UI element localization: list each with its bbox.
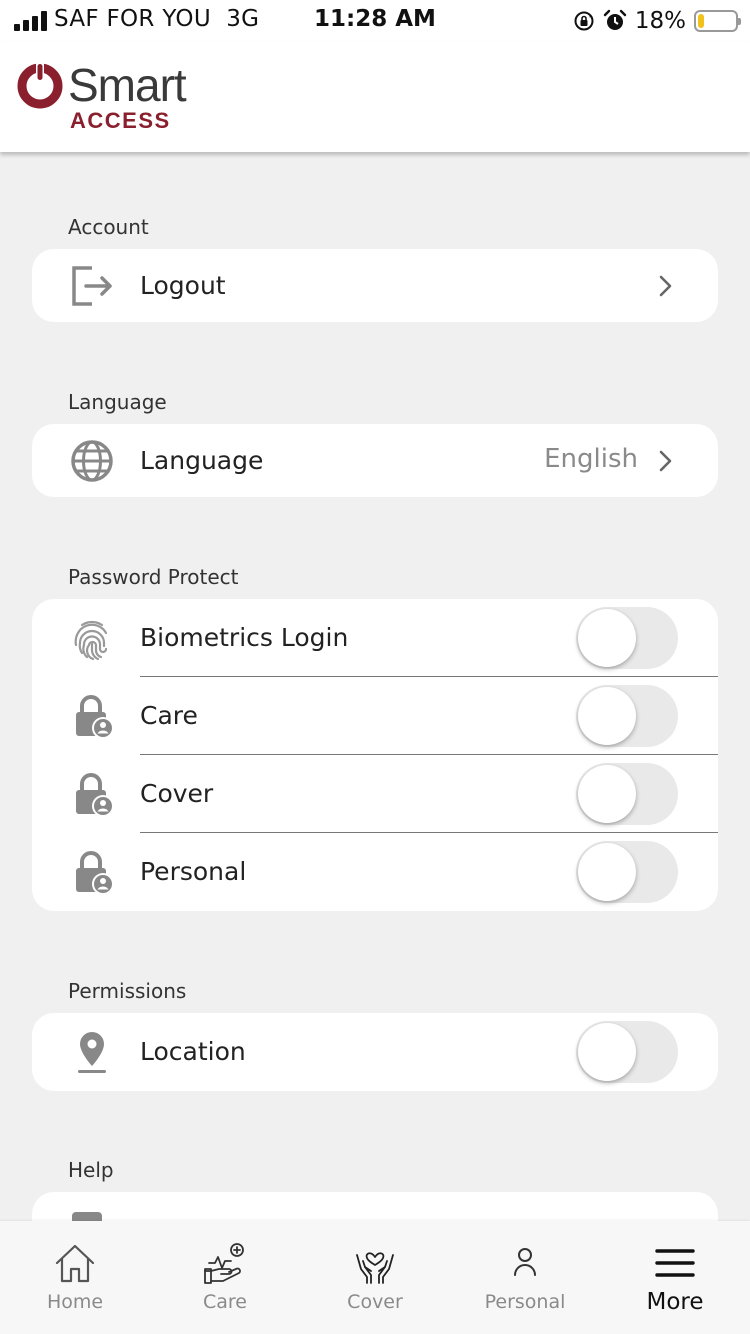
power-ring-icon: [17, 62, 63, 109]
section-title-password-protect: Password Protect: [68, 565, 239, 589]
tab-home[interactable]: Home: [0, 1221, 150, 1334]
section-title-permissions: Permissions: [68, 979, 187, 1003]
personal-lock-toggle[interactable]: [576, 841, 678, 903]
lock-user-icon: [68, 770, 116, 818]
language-card: Language English: [32, 424, 718, 497]
battery-fill: [698, 14, 705, 28]
tab-more[interactable]: More: [600, 1221, 750, 1334]
toggle-knob: [578, 843, 636, 901]
password-protect-card: Biometrics Login Care Cover Personal: [32, 599, 718, 911]
cover-hands-heart-icon: [353, 1241, 397, 1285]
tab-label: Home: [46, 1291, 104, 1313]
person-icon: [503, 1241, 547, 1285]
location-pin-icon: [68, 1028, 116, 1076]
toggle-knob: [578, 765, 636, 823]
lock-user-icon: [68, 848, 116, 896]
network-type: 3G: [226, 6, 260, 32]
language-row[interactable]: Language English: [32, 424, 718, 497]
lock-user-icon: [68, 692, 116, 740]
cover-lock-toggle[interactable]: [576, 763, 678, 825]
chevron-right-icon: [659, 275, 672, 297]
globe-icon: [68, 437, 116, 485]
battery-percentage: 18%: [634, 8, 686, 34]
section-title-help: Help: [68, 1158, 114, 1182]
personal-lock-row: Personal: [32, 833, 718, 911]
section-title-language: Language: [68, 390, 167, 414]
logo-subtitle: ACCESS: [70, 108, 171, 133]
care-lock-toggle[interactable]: [576, 685, 678, 747]
location-toggle[interactable]: [576, 1021, 678, 1083]
care-lock-label: Care: [140, 701, 198, 730]
menu-icon: [653, 1241, 697, 1285]
personal-lock-label: Personal: [140, 857, 247, 886]
tab-personal[interactable]: Personal: [450, 1221, 600, 1334]
location-row: Location: [32, 1013, 718, 1091]
biometrics-login-label: Biometrics Login: [140, 623, 349, 652]
tab-care[interactable]: Care: [150, 1221, 300, 1334]
location-label: Location: [140, 1037, 246, 1066]
tab-cover[interactable]: Cover: [300, 1221, 450, 1334]
tab-label: Cover: [347, 1291, 403, 1313]
cover-lock-row: Cover: [32, 755, 718, 833]
biometrics-login-row: Biometrics Login: [32, 599, 718, 677]
status-bar: SAF FOR YOU 3G 11:28 AM 18%: [0, 0, 750, 42]
tab-label: More: [646, 1289, 704, 1315]
permissions-card: Location: [32, 1013, 718, 1091]
logout-row[interactable]: Logout: [32, 249, 718, 322]
section-title-account: Account: [68, 215, 149, 239]
logout-label: Logout: [140, 271, 226, 300]
smart-access-logo: Smart ACCESS: [16, 59, 226, 134]
orientation-lock-icon: [574, 11, 594, 31]
cover-lock-label: Cover: [140, 779, 214, 808]
tab-label: Care: [203, 1291, 247, 1313]
bottom-tab-bar: Home Care Cover Personal More: [0, 1221, 750, 1334]
language-label: Language: [140, 446, 264, 475]
toggle-knob: [578, 687, 636, 745]
signal-strength-icon: [14, 11, 48, 31]
logo-word: Smart: [68, 59, 187, 111]
chevron-right-icon: [659, 450, 672, 472]
care-lock-row: Care: [32, 677, 718, 755]
app-header: Smart ACCESS: [0, 42, 750, 152]
carrier-name: SAF FOR YOU: [54, 6, 211, 32]
fingerprint-icon: [68, 615, 116, 663]
tab-label: Personal: [484, 1291, 566, 1313]
biometrics-login-toggle[interactable]: [576, 607, 678, 669]
language-value: English: [544, 444, 638, 474]
care-icon: [203, 1241, 247, 1285]
logout-icon: [68, 262, 116, 310]
home-icon: [53, 1241, 97, 1285]
toggle-knob: [578, 609, 636, 667]
account-card: Logout: [32, 249, 718, 322]
toggle-knob: [578, 1023, 636, 1081]
alarm-icon: [603, 9, 627, 30]
battery-icon: [694, 10, 741, 32]
